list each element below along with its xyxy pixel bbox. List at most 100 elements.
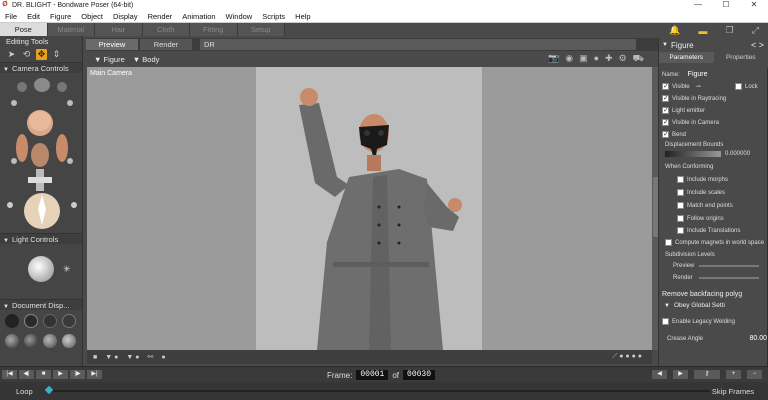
loop-label[interactable]: Loop: [16, 387, 33, 396]
menu-file[interactable]: File: [0, 12, 22, 21]
menu-help[interactable]: Help: [290, 12, 315, 21]
menu-edit[interactable]: Edit: [22, 12, 45, 21]
menu-display[interactable]: Display: [108, 12, 143, 21]
ground-square-icon[interactable]: ■: [93, 354, 97, 361]
play-icon[interactable]: ▶: [53, 370, 68, 379]
menu-scripts[interactable]: Scripts: [257, 12, 290, 21]
view-name-field[interactable]: DR: [200, 39, 636, 50]
add-key-icon[interactable]: +: [726, 370, 741, 379]
subdivision-render-slider[interactable]: [699, 277, 759, 279]
stop-icon[interactable]: ■: [36, 370, 51, 379]
timeline-marker[interactable]: [44, 385, 54, 395]
dropdown-icon[interactable]: ▼: [664, 303, 670, 309]
remove-key-icon[interactable]: −: [747, 370, 762, 379]
camera-controls-widget[interactable]: [0, 73, 82, 233]
skip-frames-label[interactable]: Skip Frames: [712, 387, 754, 396]
include-morphs-checkbox[interactable]: [677, 176, 684, 183]
style-hidden-line[interactable]: [62, 314, 76, 328]
sun-icon[interactable]: ✳: [63, 264, 71, 275]
camera-controls-header[interactable]: ▼ Camera Controls: [0, 62, 82, 73]
style-silhouette[interactable]: [5, 314, 19, 328]
rotate-icon[interactable]: ⟲: [21, 49, 32, 60]
include-translations-checkbox[interactable]: [677, 227, 684, 234]
crease-angle-value[interactable]: 80.00: [749, 335, 767, 342]
menu-render[interactable]: Render: [143, 12, 178, 21]
camera-icon[interactable]: 📷: [548, 53, 559, 65]
body-dropdown[interactable]: ▼ Body: [133, 55, 160, 64]
maximize-icon[interactable]: ☐: [712, 0, 740, 10]
close-icon[interactable]: ✕: [740, 0, 768, 10]
tab-render[interactable]: Render: [140, 39, 192, 50]
target-icon[interactable]: ✚: [605, 53, 613, 65]
tab-preview[interactable]: Preview: [86, 39, 138, 50]
tab-material[interactable]: Material: [47, 23, 94, 36]
current-frame-field[interactable]: 00001: [356, 370, 389, 380]
display-mode-icons[interactable]: ⟋ ● ● ● ●: [612, 353, 642, 361]
link-icon[interactable]: ⊸: [696, 83, 701, 90]
menu-figure[interactable]: Figure: [45, 12, 76, 21]
expand-icon[interactable]: ⤢: [752, 25, 759, 36]
light-sphere[interactable]: [28, 256, 54, 282]
last-frame-icon[interactable]: ▶|: [87, 370, 102, 379]
tab-hair[interactable]: Hair: [95, 23, 142, 36]
next-keyframe-icon[interactable]: ▶: [673, 370, 688, 379]
displacement-slider[interactable]: [665, 151, 721, 157]
subdivision-preview-slider[interactable]: [699, 265, 759, 267]
style-flat-shaded[interactable]: [24, 334, 38, 348]
tab-parameters[interactable]: Parameters: [659, 52, 714, 63]
tab-setup[interactable]: Setup: [237, 23, 284, 36]
timeline-track[interactable]: [50, 390, 710, 392]
tab-fitting[interactable]: Fitting: [190, 23, 237, 36]
lock-checkbox[interactable]: [735, 83, 742, 90]
camera-move-icon[interactable]: ⛟: [633, 53, 644, 65]
next-key-icon[interactable]: |▶: [70, 370, 85, 379]
drop-shadow-icon[interactable]: ▼ ●: [126, 354, 139, 361]
compute-magnets-checkbox[interactable]: [665, 239, 672, 246]
light-emitter-checkbox[interactable]: [662, 106, 669, 114]
visible-camera-checkbox[interactable]: [662, 118, 669, 126]
translate-icon[interactable]: ✥: [36, 49, 47, 60]
restore-panel-icon[interactable]: ❐: [726, 25, 734, 36]
total-frames-field[interactable]: 00030: [403, 370, 436, 380]
match-end-points-checkbox[interactable]: [677, 202, 684, 209]
tracking-icon[interactable]: ●: [161, 354, 165, 361]
follow-origins-checkbox[interactable]: [677, 215, 684, 222]
style-lit-wireframe[interactable]: [5, 334, 19, 348]
tab-properties[interactable]: Properties: [714, 52, 768, 63]
first-frame-icon[interactable]: |◀: [2, 370, 17, 379]
light-controls-header[interactable]: ▼ Light Controls: [0, 233, 82, 244]
style-outline[interactable]: [24, 314, 38, 328]
preview-icon[interactable]: ●: [594, 53, 599, 65]
prev-keyframe-icon[interactable]: ◀: [652, 370, 667, 379]
settings-icon[interactable]: ⚙: [619, 53, 627, 65]
render-icon[interactable]: ◉: [565, 53, 573, 65]
key-icon[interactable]: ⚷: [694, 370, 720, 379]
shadow-icon[interactable]: ▼ ●: [105, 354, 118, 361]
main-viewport[interactable]: Main Camera: [87, 67, 652, 350]
menu-object[interactable]: Object: [76, 12, 108, 21]
figure-model[interactable]: [87, 67, 652, 350]
menu-animation[interactable]: Animation: [177, 12, 220, 21]
collapse-icon[interactable]: ▼: [662, 42, 668, 48]
style-wireframe[interactable]: [43, 314, 57, 328]
include-scales-checkbox[interactable]: [677, 189, 684, 196]
backfacing-label[interactable]: Remove backfacing polyg: [662, 291, 742, 298]
node-icon[interactable]: ⚯: [147, 353, 153, 361]
raytracing-checkbox[interactable]: [662, 94, 669, 102]
visible-checkbox[interactable]: [662, 82, 669, 90]
menu-window[interactable]: Window: [221, 12, 258, 21]
nav-arrows-icon[interactable]: < >: [751, 40, 764, 50]
name-value[interactable]: Figure: [688, 71, 708, 78]
displacement-value[interactable]: 0.000000: [725, 151, 750, 157]
select-arrow-icon[interactable]: ➤: [6, 49, 17, 60]
bend-checkbox[interactable]: [662, 130, 669, 138]
style-smooth-shaded[interactable]: [43, 334, 57, 348]
document-display-header[interactable]: ▼ Document Disp...: [0, 299, 82, 310]
area-render-icon[interactable]: ▣: [579, 53, 588, 65]
obey-global-label[interactable]: Obey Global Setti: [674, 302, 725, 309]
tab-cloth[interactable]: Cloth: [142, 23, 189, 36]
bell-icon[interactable]: 🔔: [669, 25, 680, 36]
legacy-welding-checkbox[interactable]: [662, 318, 669, 325]
minimize-icon[interactable]: —: [684, 0, 712, 10]
figure-dropdown[interactable]: ▼ Figure: [94, 55, 125, 64]
